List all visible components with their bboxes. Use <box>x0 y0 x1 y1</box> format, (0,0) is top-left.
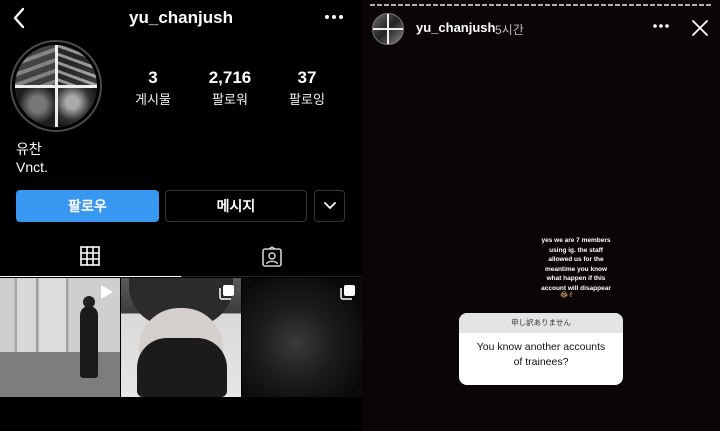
profile-screen: yu_chanjush 3 게시물 2,716 팔로워 37 팔로잉 유찬 Vn… <box>0 0 362 431</box>
multi-post-icon <box>219 285 234 300</box>
story-avatar[interactable] <box>372 13 404 45</box>
story-caption-line: meantime you know <box>544 265 608 273</box>
follow-button[interactable]: 팔로우 <box>16 190 159 222</box>
stat-following[interactable]: 37 팔로잉 <box>272 68 342 108</box>
question-sticker-body: You know another accounts of trainees? <box>459 333 623 370</box>
chevron-down-icon <box>324 202 336 209</box>
question-line: of trainees? <box>513 356 569 368</box>
story-caption-line: account will disappear <box>541 284 611 292</box>
stat-posts[interactable]: 3 게시물 <box>118 68 188 108</box>
post-thumbnail[interactable] <box>242 278 362 397</box>
profile-tabs <box>0 237 362 277</box>
close-icon[interactable] <box>691 19 709 37</box>
stat-following-value: 37 <box>297 68 317 87</box>
post-thumbnail[interactable] <box>121 278 241 397</box>
stat-followers-value: 2,716 <box>208 68 252 87</box>
stat-followers-label: 팔로워 <box>212 92 248 107</box>
profile-username: yu_chanjush <box>129 8 233 27</box>
stat-posts-label: 게시물 <box>135 92 171 107</box>
story-viewer[interactable]: yu_chanjush 5시간 yes we are 7 members usi… <box>362 0 720 431</box>
more-icon[interactable] <box>322 9 346 25</box>
post-thumbnail[interactable] <box>0 278 120 397</box>
post-grid <box>0 278 362 397</box>
tagged-icon <box>262 246 282 267</box>
video-icon <box>101 285 113 299</box>
story-progress-bar <box>370 4 712 6</box>
more-icon[interactable] <box>653 23 669 29</box>
question-sticker-header: 申し訳ありません <box>459 313 623 333</box>
story-username[interactable]: yu_chanjush <box>416 20 495 35</box>
stat-following-label: 팔로잉 <box>289 92 325 107</box>
story-caption-line: yes we are 7 members <box>541 237 611 244</box>
story-caption-line: allowed us for the <box>548 256 604 263</box>
story-emoji: 😂✌ <box>560 292 575 299</box>
stat-posts-value: 3 <box>148 68 158 87</box>
multi-post-icon <box>340 285 355 300</box>
question-sticker[interactable]: 申し訳ありません You know another accounts of tr… <box>459 313 623 385</box>
story-caption-line: using ig. the staff <box>549 246 603 254</box>
tab-tagged[interactable] <box>181 237 362 277</box>
tab-posts-grid[interactable] <box>0 237 181 277</box>
story-caption-line: what happen if this <box>546 275 606 282</box>
profile-avatar[interactable] <box>10 40 102 132</box>
suggested-dropdown-button[interactable] <box>314 190 345 222</box>
grid-icon <box>80 246 100 266</box>
avatar <box>15 45 97 127</box>
question-line: You know another accounts <box>476 341 606 353</box>
stat-followers[interactable]: 2,716 팔로워 <box>195 68 265 108</box>
message-button[interactable]: 메시지 <box>165 190 307 222</box>
story-caption: yes we are 7 members using ig. the staff… <box>530 236 622 293</box>
profile-name: 유찬 <box>16 141 42 157</box>
story-timestamp: 5시간 <box>495 23 524 37</box>
profile-bio: Vnct. <box>16 159 48 175</box>
